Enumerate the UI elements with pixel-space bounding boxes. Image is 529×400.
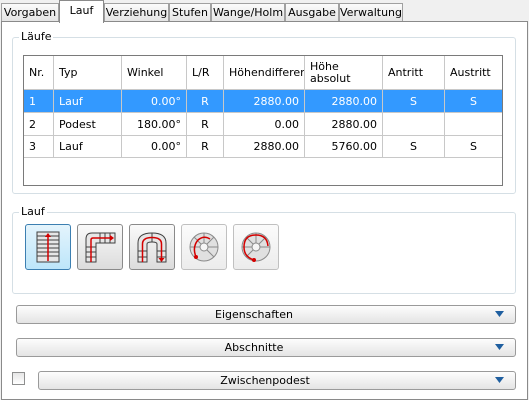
cell-lr: R — [187, 113, 224, 135]
column-header-hoehendifferenz[interactable]: Höhendifferenz — [224, 56, 305, 89]
cell-winkel: 0.00° — [122, 90, 187, 112]
column-header-winkel[interactable]: Winkel — [122, 56, 187, 89]
cell-lr: R — [187, 136, 224, 157]
tab-strip: Vorgaben Lauf Verziehung Stufen Wange/Ho… — [0, 0, 529, 23]
table-row[interactable]: 1 Lauf 0.00° R 2880.00 2880.00 S S — [24, 89, 502, 112]
quarter-turn-button[interactable] — [77, 224, 123, 270]
cell-hoehendifferenz: 2880.00 — [224, 90, 305, 112]
cell-typ: Lauf — [54, 136, 122, 157]
quarter-turn-icon — [85, 232, 116, 263]
laeufe-group: Läufe Nr. Typ Winkel L/R Höhendifferenz … — [12, 30, 516, 194]
cell-antritt — [383, 113, 445, 135]
tab-stufen[interactable]: Stufen — [169, 3, 211, 22]
cell-hoehendifferenz: 2880.00 — [224, 136, 305, 157]
laeufe-group-title: Läufe — [19, 30, 54, 44]
cell-hoehe-absolut: 2880.00 — [305, 90, 383, 112]
cell-typ: Lauf — [54, 90, 122, 112]
straight-run-icon — [36, 231, 60, 263]
spiral-stair-button[interactable] — [181, 224, 227, 270]
table-row[interactable]: 3 Lauf 0.00° R 2880.00 5760.00 S S — [24, 135, 502, 158]
chevron-down-icon — [495, 311, 504, 317]
abschnitte-expander[interactable]: Abschnitte — [16, 338, 516, 357]
eigenschaften-label: Eigenschaften — [215, 308, 293, 321]
spiral-full-button[interactable] — [233, 224, 279, 270]
cell-nr: 2 — [24, 113, 54, 135]
chevron-down-icon — [495, 377, 504, 383]
table-header: Nr. Typ Winkel L/R Höhendifferenz Höhe a… — [24, 56, 502, 89]
table-row[interactable]: 2 Podest 180.00° R 0.00 2880.00 — [24, 112, 502, 135]
zwischenpodest-checkbox[interactable] — [12, 372, 25, 385]
lauf-group-title: Lauf — [19, 205, 47, 219]
cell-austritt: S — [470, 94, 477, 108]
u-turn-icon — [137, 232, 167, 263]
cell-austritt: S — [470, 140, 477, 153]
zwischenpodest-label: Zwischenpodest — [220, 374, 310, 387]
zwischenpodest-expander[interactable]: Zwischenpodest — [38, 371, 516, 390]
column-header-lr[interactable]: L/R — [187, 56, 224, 89]
cell-hoehendifferenz: 0.00 — [224, 113, 305, 135]
lauf-group: Lauf — [12, 205, 516, 294]
cell-antritt: S — [383, 136, 445, 157]
cell-hoehe-absolut: 5760.00 — [305, 136, 383, 157]
column-header-antritt[interactable]: Antritt — [383, 56, 445, 89]
tab-verwaltung[interactable]: Verwaltung — [339, 3, 403, 22]
column-header-austritt[interactable]: Austritt — [445, 56, 502, 89]
cell-lr: R — [187, 90, 224, 112]
tab-ausgabe[interactable]: Ausgabe — [285, 3, 339, 22]
u-turn-button[interactable] — [129, 224, 175, 270]
chevron-down-icon — [495, 344, 504, 350]
tab-wange-holm[interactable]: Wange/Holm — [211, 3, 285, 22]
cell-typ: Podest — [54, 113, 122, 135]
cell-winkel: 0.00° — [122, 136, 187, 157]
straight-run-button[interactable] — [25, 224, 71, 270]
column-header-nr[interactable]: Nr. — [24, 56, 54, 89]
cell-winkel: 180.00° — [122, 113, 187, 135]
tab-vorgaben[interactable]: Vorgaben — [1, 3, 59, 22]
column-header-hoehe-absolut[interactable]: Höhe absolut — [305, 56, 383, 89]
tab-lauf[interactable]: Lauf — [59, 0, 104, 23]
tab-verziehung[interactable]: Verziehung — [104, 3, 169, 22]
cell-austritt — [445, 113, 502, 135]
abschnitte-label: Abschnitte — [224, 341, 284, 354]
cell-antritt: S — [383, 90, 445, 112]
spiral-full-icon — [241, 232, 271, 262]
cell-hoehe-absolut: 2880.00 — [305, 113, 383, 135]
laeufe-table[interactable]: Nr. Typ Winkel L/R Höhendifferenz Höhe a… — [23, 55, 503, 186]
tab-page-lauf: Läufe Nr. Typ Winkel L/R Höhendifferenz … — [1, 21, 528, 400]
column-header-typ[interactable]: Typ — [54, 56, 122, 89]
cell-nr: 1 — [24, 90, 54, 112]
eigenschaften-expander[interactable]: Eigenschaften — [16, 305, 516, 324]
spiral-icon — [189, 232, 219, 262]
cell-nr: 3 — [24, 136, 54, 157]
